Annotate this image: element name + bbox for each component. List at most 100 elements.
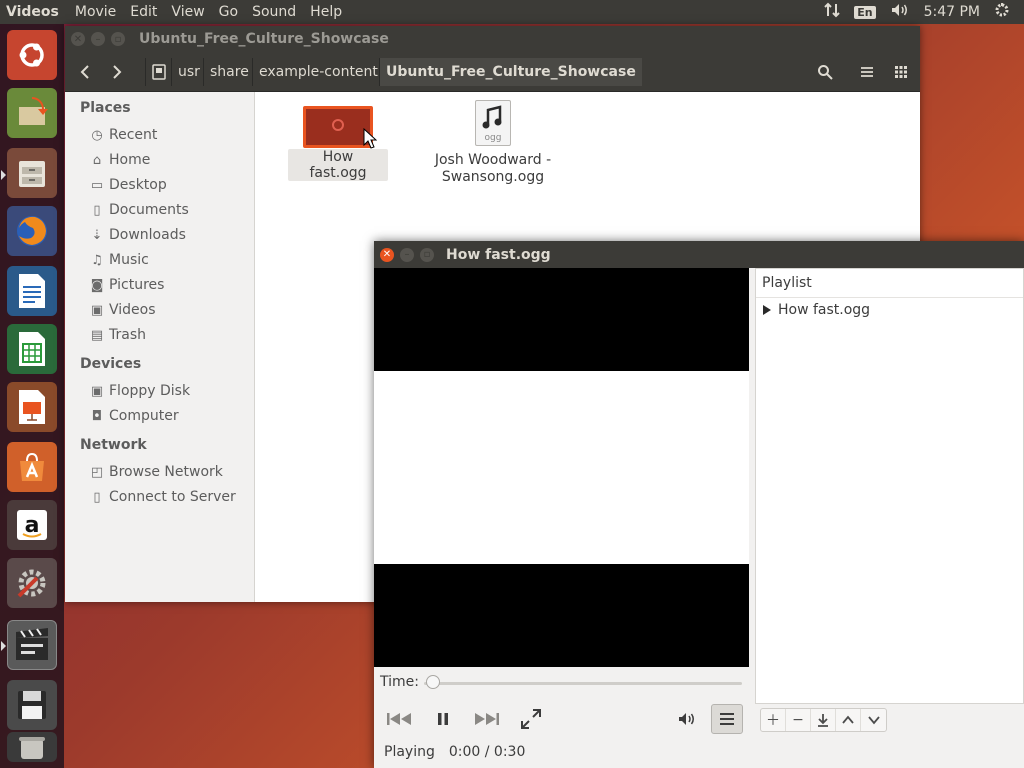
libreoffice-calc-icon[interactable]: [7, 324, 57, 374]
sidebar-item-pictures[interactable]: ◙ Pictures: [89, 277, 165, 293]
list-view-button[interactable]: [853, 58, 881, 86]
menu-view[interactable]: View: [165, 4, 212, 20]
play-indicator-icon: [763, 305, 771, 315]
root-location-button[interactable]: [145, 58, 171, 86]
sidebar-item-trash[interactable]: ▤ Trash: [89, 327, 146, 343]
sidebar-item-label: Documents: [109, 202, 189, 218]
chevron-up-icon: [842, 715, 854, 724]
files-window-title: Ubuntu_Free_Culture_Showcase: [139, 31, 389, 47]
system-settings-icon[interactable]: [7, 558, 57, 608]
files-toolbar: usr share example-content Ubuntu_Free_Cu…: [65, 52, 920, 92]
remove-from-playlist-button[interactable]: −: [786, 709, 811, 731]
playlist-item[interactable]: How fast.ogg: [756, 298, 1023, 322]
file-swansong[interactable]: ogg Josh Woodward - Swansong.ogg: [428, 100, 558, 186]
floppy-disk-icon[interactable]: [7, 680, 57, 730]
svg-text:a: a: [25, 513, 40, 538]
sidebar-item-label: Connect to Server: [109, 489, 236, 505]
sidebar-item-connect-server[interactable]: ▯ Connect to Server: [89, 489, 236, 505]
add-to-playlist-button[interactable]: ＋: [761, 709, 786, 731]
libreoffice-writer-icon[interactable]: [7, 266, 57, 316]
sidebar-item-label: Trash: [109, 327, 146, 343]
minimize-button[interactable]: –: [400, 247, 414, 262]
clock[interactable]: 5:47 PM: [924, 4, 980, 20]
menu-sound[interactable]: Sound: [246, 4, 304, 20]
settings-gear-icon[interactable]: [994, 2, 1010, 22]
app-name: Videos: [6, 4, 59, 20]
sidebar-item-desktop[interactable]: ▭ Desktop: [89, 177, 167, 193]
network-icon: ◰: [90, 464, 104, 480]
status-bar: Playing 0:00 / 0:30: [384, 744, 525, 760]
firefox-icon[interactable]: [7, 206, 57, 256]
keyboard-layout-indicator[interactable]: En: [854, 5, 876, 19]
grid-icon: [895, 66, 907, 78]
menu-help[interactable]: Help: [304, 4, 350, 20]
videos-app-icon[interactable]: [7, 620, 57, 670]
menu-edit[interactable]: Edit: [124, 4, 165, 20]
document-icon: ▯: [93, 202, 101, 218]
drive-icon: ◘: [91, 408, 103, 424]
file-how-fast[interactable]: How fast.ogg: [288, 106, 388, 181]
breadcrumb-current[interactable]: Ubuntu_Free_Culture_Showcase: [379, 58, 642, 86]
search-button[interactable]: [811, 58, 839, 86]
plus-icon: ＋: [766, 713, 780, 729]
trash-icon[interactable]: [7, 732, 57, 762]
playlist-panel: Playlist How fast.ogg: [755, 268, 1024, 704]
video-titlebar: ✕ – ▫ How fast.ogg: [374, 241, 1024, 268]
forward-button[interactable]: [103, 58, 131, 86]
sidebar-item-videos[interactable]: ▣ Videos: [89, 302, 156, 318]
ubuntu-dash-icon[interactable]: [7, 30, 57, 80]
previous-button[interactable]: [384, 704, 414, 734]
sidebar-item-documents[interactable]: ▯ Documents: [89, 202, 189, 218]
mouse-cursor-icon: [363, 128, 377, 149]
trash-icon: ▤: [90, 327, 104, 343]
maximize-button[interactable]: ▫: [420, 247, 434, 262]
grid-view-button[interactable]: [887, 58, 915, 86]
menu-go[interactable]: Go: [213, 4, 246, 20]
next-button[interactable]: [472, 704, 502, 734]
seek-bar-handle[interactable]: [426, 675, 440, 689]
breadcrumb-share[interactable]: share: [203, 58, 255, 86]
drive-icon: [151, 64, 166, 80]
places-heading: Places: [80, 100, 131, 116]
volume-button[interactable]: [674, 704, 700, 734]
network-heading: Network: [80, 437, 147, 453]
close-button[interactable]: ✕: [380, 247, 394, 262]
playlist-toggle-button[interactable]: [711, 704, 743, 734]
sidebar-item-downloads[interactable]: ⇣ Downloads: [89, 227, 186, 243]
amazon-icon[interactable]: a: [7, 500, 57, 550]
network-icon[interactable]: [824, 2, 840, 22]
move-down-button[interactable]: [861, 709, 886, 731]
save-playlist-button[interactable]: [811, 709, 836, 731]
playlist-header: Playlist: [756, 269, 1023, 298]
libreoffice-impress-icon[interactable]: [7, 382, 57, 432]
time-label-text: Time:: [380, 674, 419, 690]
video-display[interactable]: [374, 268, 749, 667]
download-icon: ⇣: [91, 227, 103, 243]
breadcrumb-usr[interactable]: usr: [171, 58, 206, 86]
sidebar-item-recent[interactable]: ◷ Recent: [89, 127, 157, 143]
close-button[interactable]: ✕: [71, 32, 85, 46]
file-name-label: Josh Woodward - Swansong.ogg: [434, 152, 552, 185]
sidebar-item-browse-network[interactable]: ◰ Browse Network: [89, 464, 223, 480]
pause-button[interactable]: [430, 704, 456, 734]
ubuntu-software-icon[interactable]: [7, 442, 57, 492]
software-updater-icon[interactable]: [7, 88, 57, 138]
sidebar-item-floppy[interactable]: ▣ Floppy Disk: [89, 383, 190, 399]
playback-status: Playing: [384, 744, 435, 760]
sidebar-item-music[interactable]: ♫ Music: [89, 252, 149, 268]
sidebar-item-computer[interactable]: ◘ Computer: [89, 408, 179, 424]
fullscreen-button[interactable]: [518, 704, 544, 734]
running-indicator: [1, 641, 6, 651]
files-icon[interactable]: [7, 148, 57, 198]
breadcrumb-example-content[interactable]: example-content: [252, 58, 384, 86]
sidebar-item-home[interactable]: ⌂ Home: [89, 152, 150, 168]
move-up-button[interactable]: [836, 709, 861, 731]
skip-previous-icon: [387, 713, 411, 725]
maximize-button[interactable]: ▫: [111, 32, 125, 46]
back-button[interactable]: [71, 58, 99, 86]
volume-icon[interactable]: [890, 2, 910, 22]
seek-bar-track[interactable]: [424, 682, 742, 685]
minimize-button[interactable]: –: [91, 32, 105, 46]
menu-movie[interactable]: Movie: [69, 4, 124, 20]
time-display: 0:00 / 0:30: [448, 744, 526, 760]
